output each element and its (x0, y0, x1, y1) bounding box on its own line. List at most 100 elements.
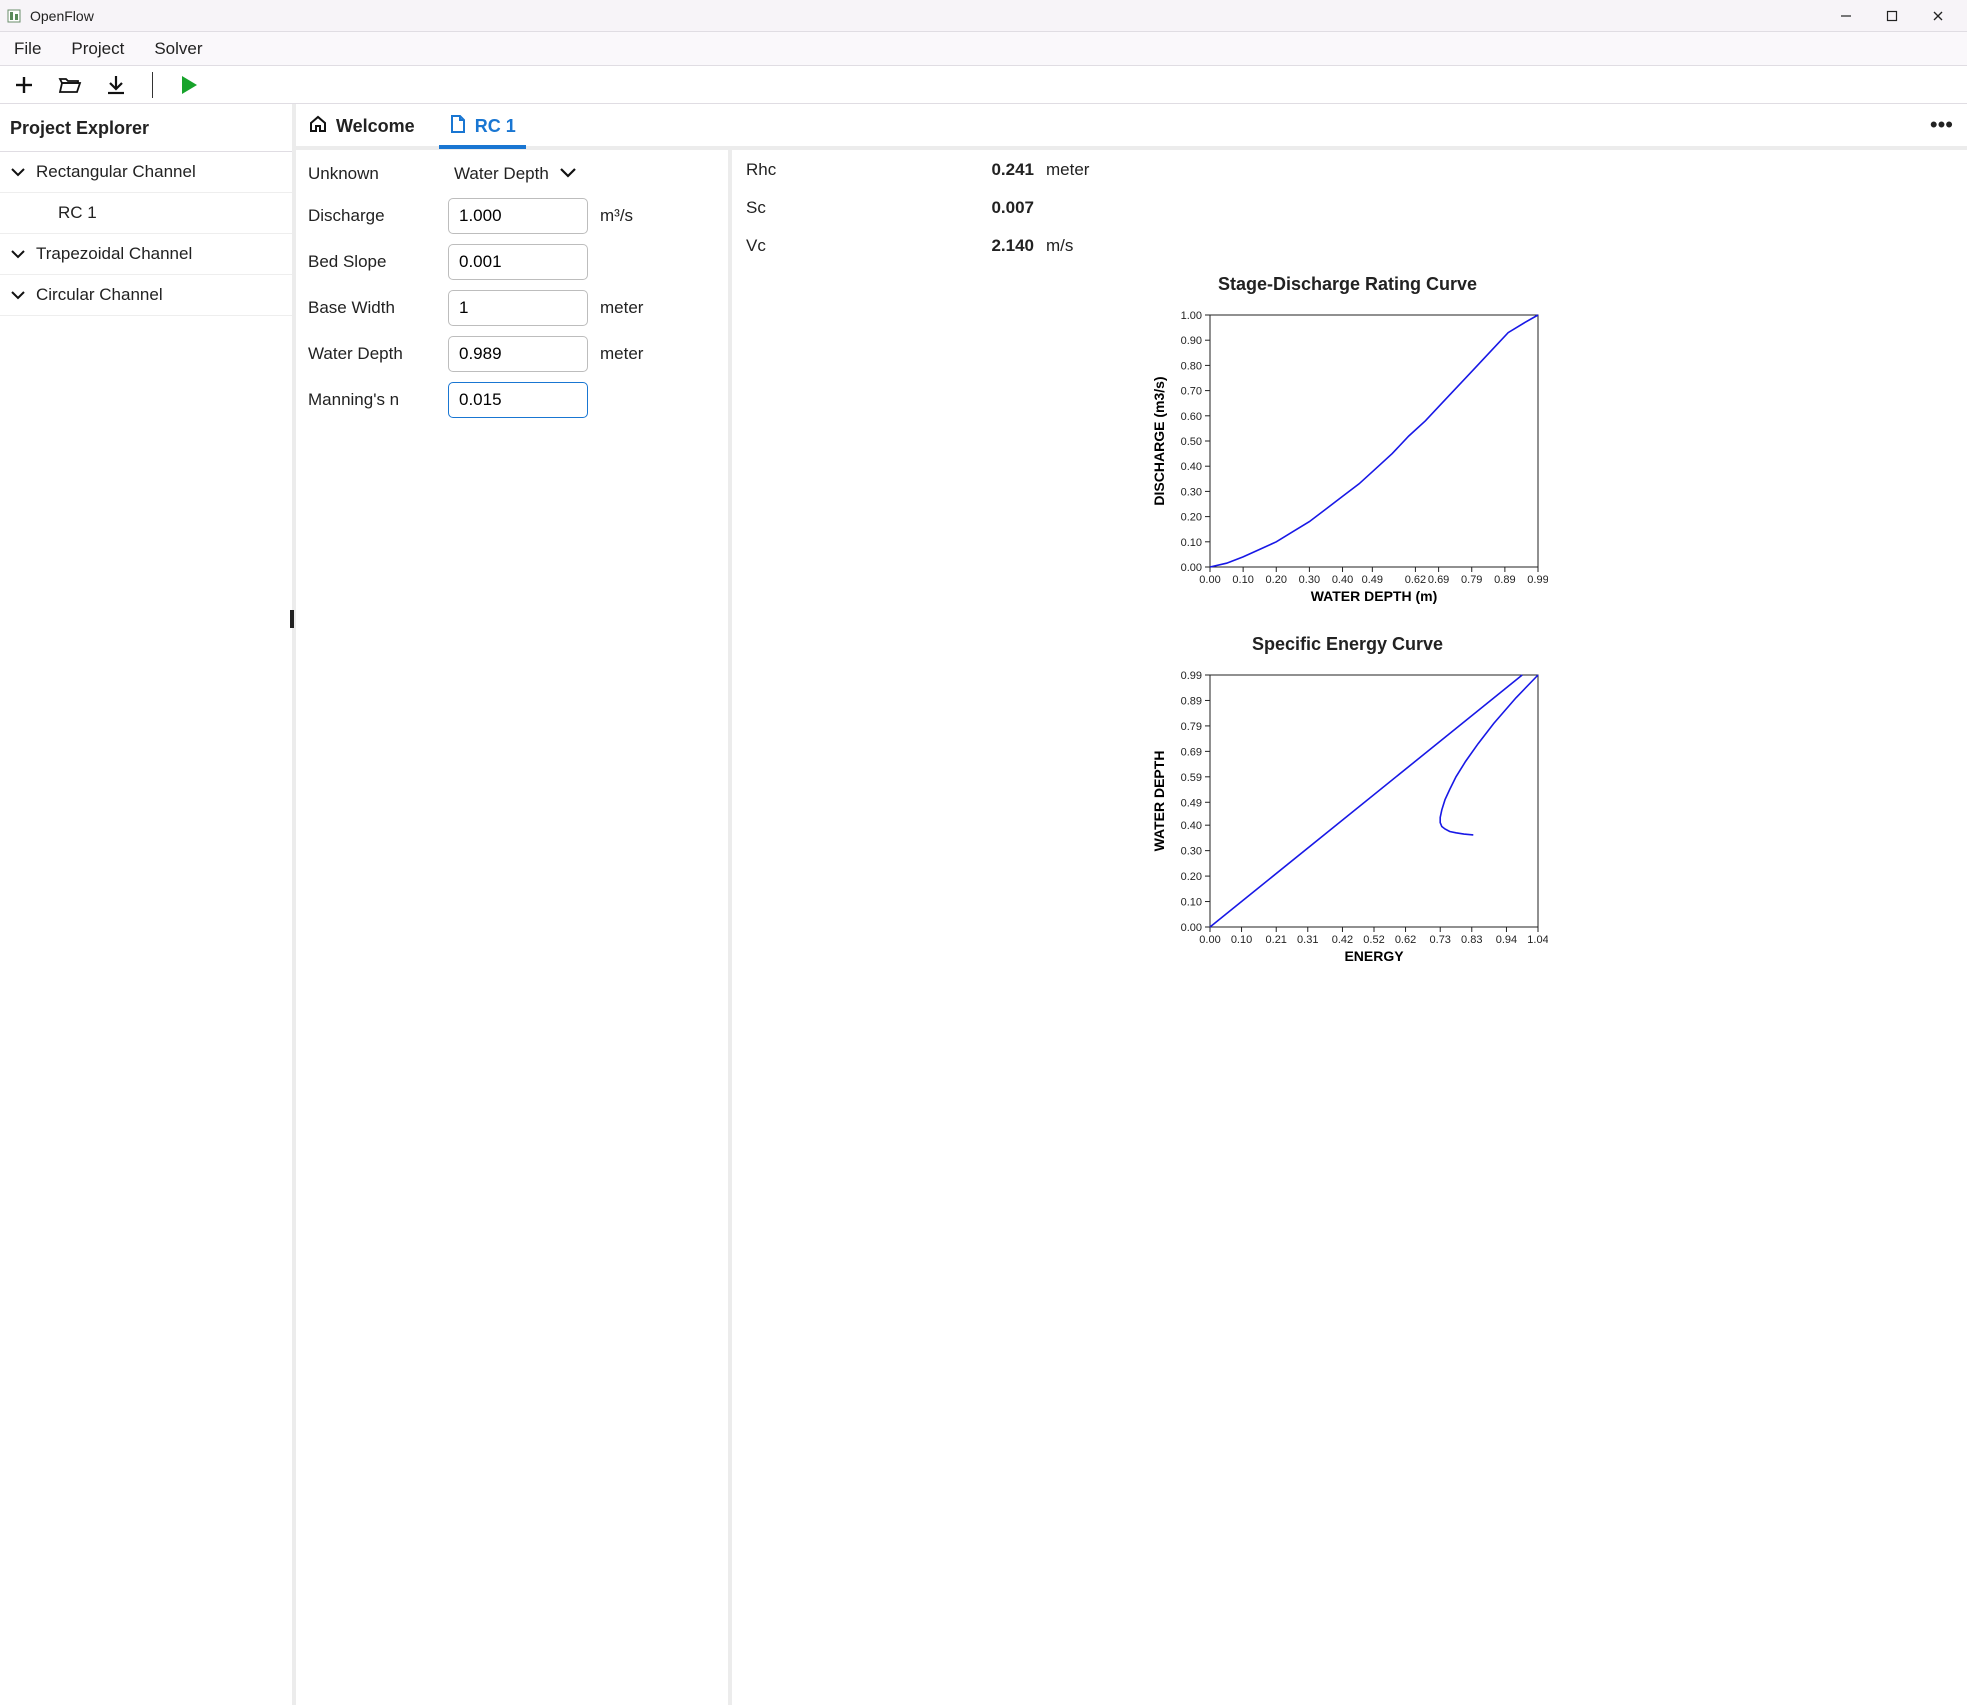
svg-text:WATER DEPTH (m): WATER DEPTH (m) (1310, 588, 1437, 604)
svg-text:0.49: 0.49 (1361, 574, 1382, 586)
svg-text:0.94: 0.94 (1495, 934, 1516, 946)
splitter-left[interactable] (290, 610, 294, 628)
svg-text:0.50: 0.50 (1180, 436, 1201, 448)
form-input-discharge[interactable] (448, 198, 588, 234)
unknown-select[interactable]: Water Depth (448, 160, 583, 188)
form-label: Base Width (308, 298, 448, 318)
svg-text:0.52: 0.52 (1363, 934, 1384, 946)
toolbar-separator (152, 72, 153, 98)
tree-item-child[interactable]: RC 1 (0, 193, 292, 234)
result-label: Sc (746, 198, 978, 218)
menu-solver[interactable]: Solver (150, 37, 206, 61)
svg-text:0.83: 0.83 (1461, 934, 1482, 946)
menu-project[interactable]: Project (67, 37, 128, 61)
result-unit: meter (1046, 160, 1089, 180)
svg-text:0.73: 0.73 (1429, 934, 1450, 946)
svg-text:0.00: 0.00 (1180, 922, 1201, 934)
svg-text:0.20: 0.20 (1180, 871, 1201, 883)
svg-text:0.69: 0.69 (1180, 746, 1201, 758)
result-label: Vc (746, 236, 978, 256)
form-label: Discharge (308, 206, 448, 226)
svg-text:0.79: 0.79 (1180, 721, 1201, 733)
result-unit: m/s (1046, 236, 1073, 256)
form-unit: meter (600, 344, 643, 364)
svg-text:0.99: 0.99 (1527, 574, 1548, 586)
svg-text:0.00: 0.00 (1199, 934, 1220, 946)
tree-item-label: RC 1 (58, 203, 97, 223)
svg-text:0.20: 0.20 (1180, 512, 1201, 524)
svg-text:0.59: 0.59 (1180, 772, 1201, 784)
svg-text:0.00: 0.00 (1180, 562, 1201, 574)
svg-text:0.10: 0.10 (1180, 897, 1201, 909)
svg-text:0.30: 0.30 (1180, 486, 1201, 498)
svg-text:ENERGY: ENERGY (1344, 948, 1404, 964)
chart-stage-discharge: 0.000.100.200.300.400.490.620.690.790.89… (1148, 305, 1548, 610)
result-value: 2.140 (978, 236, 1034, 256)
form-input-bed-slope[interactable] (448, 244, 588, 280)
menu-file[interactable]: File (10, 37, 45, 61)
svg-text:0.40: 0.40 (1180, 820, 1201, 832)
form-input-base-width[interactable] (448, 290, 588, 326)
svg-text:0.00: 0.00 (1199, 574, 1220, 586)
svg-text:0.62: 0.62 (1394, 934, 1415, 946)
result-value: 0.007 (978, 198, 1034, 218)
minimize-button[interactable] (1823, 0, 1869, 32)
add-button[interactable] (10, 71, 38, 99)
svg-text:0.60: 0.60 (1180, 411, 1201, 423)
svg-text:0.40: 0.40 (1180, 461, 1201, 473)
form-input-manning-s-n[interactable] (448, 382, 588, 418)
chart1-title: Stage-Discharge Rating Curve (746, 274, 1949, 295)
file-icon (449, 114, 467, 139)
menubar: File Project Solver (0, 32, 1967, 66)
results-panel: Rhc0.241meterSc0.007Vc2.140m/s Stage-Dis… (732, 150, 1967, 1705)
svg-text:0.62: 0.62 (1404, 574, 1425, 586)
download-button[interactable] (102, 71, 130, 99)
chevron-down-icon (10, 246, 26, 262)
project-explorer: Project Explorer Rectangular Channel RC 1… (0, 104, 296, 1705)
form-label: Bed Slope (308, 252, 448, 272)
svg-text:DISCHARGE (m3/s): DISCHARGE (m3/s) (1151, 376, 1167, 505)
tabbar: Welcome RC 1 ••• (296, 104, 1967, 150)
tab-welcome-label: Welcome (336, 116, 415, 137)
svg-text:0.69: 0.69 (1427, 574, 1448, 586)
tree-item-label: Rectangular Channel (36, 162, 196, 182)
svg-text:0.79: 0.79 (1461, 574, 1482, 586)
svg-text:WATER DEPTH: WATER DEPTH (1151, 751, 1167, 852)
chart2-title: Specific Energy Curve (746, 634, 1949, 655)
svg-text:0.89: 0.89 (1180, 695, 1201, 707)
tab-rc1[interactable]: RC 1 (445, 106, 520, 145)
open-button[interactable] (56, 71, 84, 99)
unknown-label: Unknown (308, 164, 448, 184)
tab-more-button[interactable]: ••• (1924, 112, 1959, 138)
run-button[interactable] (175, 71, 203, 99)
close-button[interactable] (1915, 0, 1961, 32)
svg-text:0.40: 0.40 (1331, 574, 1352, 586)
svg-text:1.04: 1.04 (1527, 934, 1548, 946)
tree-item[interactable]: Rectangular Channel (0, 152, 292, 193)
svg-text:0.90: 0.90 (1180, 335, 1201, 347)
form-input-water-depth[interactable] (448, 336, 588, 372)
chart-specific-energy: 0.000.100.210.310.420.520.620.730.830.94… (1148, 665, 1548, 970)
chevron-down-icon (559, 164, 577, 184)
titlebar: OpenFlow (0, 0, 1967, 32)
chevron-down-icon (10, 164, 26, 180)
tab-welcome[interactable]: Welcome (304, 106, 419, 145)
tree-item[interactable]: Trapezoidal Channel (0, 234, 292, 275)
svg-text:0.89: 0.89 (1494, 574, 1515, 586)
tree-item[interactable]: Circular Channel (0, 275, 292, 316)
svg-text:0.80: 0.80 (1180, 360, 1201, 372)
window-title: OpenFlow (30, 8, 94, 24)
svg-text:0.21: 0.21 (1265, 934, 1286, 946)
svg-text:0.49: 0.49 (1180, 797, 1201, 809)
svg-text:0.10: 0.10 (1230, 934, 1251, 946)
project-explorer-title: Project Explorer (0, 104, 292, 152)
toolbar (0, 66, 1967, 104)
chevron-down-icon (10, 287, 26, 303)
svg-text:0.20: 0.20 (1265, 574, 1286, 586)
svg-text:0.30: 0.30 (1298, 574, 1319, 586)
maximize-button[interactable] (1869, 0, 1915, 32)
home-icon (308, 114, 328, 139)
svg-text:0.42: 0.42 (1331, 934, 1352, 946)
input-form: Unknown Water Depth Dischargem³/sBed Slo… (296, 150, 732, 1705)
svg-text:0.70: 0.70 (1180, 386, 1201, 398)
